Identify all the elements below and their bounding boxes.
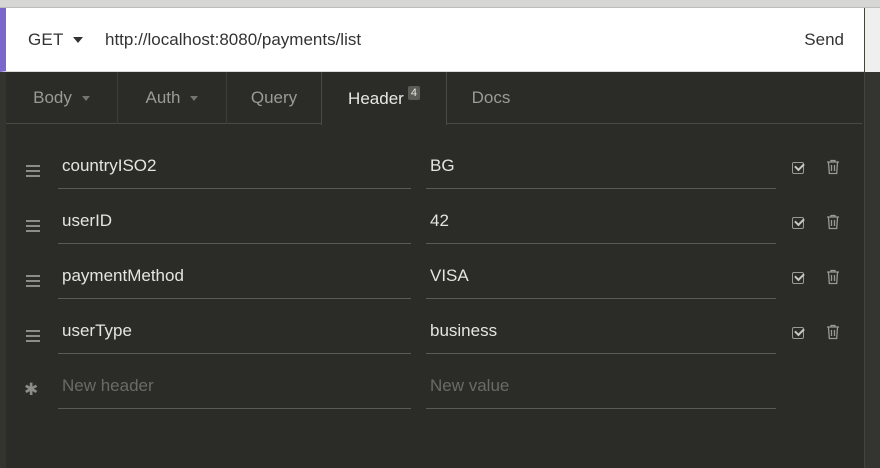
header-name-input[interactable]: userID bbox=[58, 201, 411, 244]
header-name-input[interactable]: userType bbox=[58, 311, 411, 354]
header-row: userType business bbox=[6, 311, 862, 366]
tab-label: Query bbox=[250, 88, 298, 107]
tab-label: Header bbox=[348, 88, 404, 108]
checkbox-icon[interactable] bbox=[792, 272, 804, 284]
drag-handle-icon[interactable] bbox=[26, 275, 40, 287]
tab-label: Docs bbox=[471, 88, 511, 107]
checkbox-icon[interactable] bbox=[792, 327, 804, 339]
tab-docs[interactable]: Docs bbox=[447, 72, 535, 124]
request-url-bar: GET http://localhost:8080/payments/list … bbox=[0, 8, 864, 72]
header-row: userID 42 bbox=[6, 201, 862, 256]
caret-down-icon bbox=[72, 37, 83, 43]
tab-query[interactable]: Query bbox=[227, 72, 321, 124]
method-dropdown[interactable]: GET bbox=[28, 8, 83, 72]
tab-header[interactable]: Header 4 bbox=[321, 72, 447, 125]
tab-body[interactable]: Body bbox=[6, 72, 117, 124]
checkbox-icon[interactable] bbox=[792, 217, 804, 229]
new-header-row: ✱ New header New value bbox=[6, 366, 862, 421]
header-name-input[interactable]: paymentMethod bbox=[58, 256, 411, 299]
method-label: GET bbox=[28, 30, 64, 49]
caret-down-icon bbox=[81, 95, 90, 101]
trash-icon[interactable] bbox=[826, 269, 840, 285]
tab-label: Auth bbox=[145, 88, 181, 107]
trash-icon[interactable] bbox=[826, 214, 840, 230]
app-window: GET http://localhost:8080/payments/list … bbox=[0, 0, 880, 468]
tab-label: Body bbox=[33, 88, 72, 107]
header-value-input[interactable]: BG bbox=[426, 146, 776, 189]
header-value-input[interactable]: 42 bbox=[426, 201, 776, 244]
right-pane-edge bbox=[864, 8, 880, 468]
new-header-name-input[interactable]: New header bbox=[58, 366, 411, 409]
header-row: countryISO2 BG bbox=[6, 146, 862, 201]
gear-icon[interactable]: ✱ bbox=[24, 380, 38, 400]
header-count-badge: 4 bbox=[407, 85, 420, 100]
drag-handle-icon[interactable] bbox=[26, 165, 40, 177]
checkbox-icon[interactable] bbox=[792, 162, 804, 174]
url-input[interactable]: http://localhost:8080/payments/list bbox=[105, 8, 745, 72]
drag-handle-icon[interactable] bbox=[26, 220, 40, 232]
header-value-input[interactable]: VISA bbox=[426, 256, 776, 299]
request-tabs: Body Auth Query Header 4 Docs bbox=[6, 72, 862, 125]
caret-down-icon bbox=[190, 95, 199, 101]
header-row: paymentMethod VISA bbox=[6, 256, 862, 311]
header-name-input[interactable]: countryISO2 bbox=[58, 146, 411, 189]
window-top-strip bbox=[0, 0, 880, 8]
tab-auth[interactable]: Auth bbox=[118, 72, 226, 124]
trash-icon[interactable] bbox=[826, 324, 840, 340]
drag-handle-icon[interactable] bbox=[26, 330, 40, 342]
send-button[interactable]: Send bbox=[804, 8, 844, 72]
trash-icon[interactable] bbox=[826, 159, 840, 175]
new-header-value-input[interactable]: New value bbox=[426, 366, 776, 409]
header-value-input[interactable]: business bbox=[426, 311, 776, 354]
